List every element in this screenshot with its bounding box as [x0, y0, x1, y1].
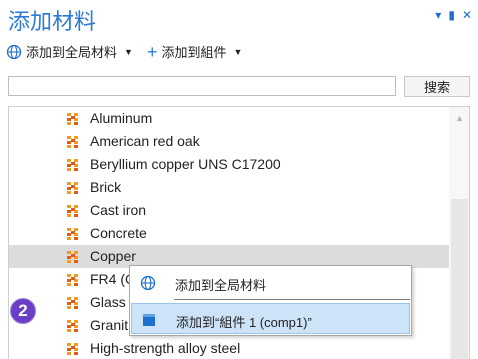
list-item-label: Brick	[90, 179, 122, 195]
list-item[interactable]: American red oak	[9, 130, 449, 153]
material-grid-icon	[67, 274, 78, 286]
component-icon	[143, 314, 155, 326]
globe-icon	[140, 275, 156, 291]
material-grid-icon	[67, 297, 78, 309]
material-grid-icon	[67, 182, 78, 194]
context-menu-item-add-global[interactable]: 添加到全局材料	[131, 267, 410, 298]
list-item[interactable]: High-strength alloy steel	[9, 337, 449, 359]
context-menu-item-add-component[interactable]: 添加到“組件 1 (comp1)”	[131, 303, 410, 334]
plus-icon: +	[146, 41, 158, 62]
list-item[interactable]: Aluminum	[9, 107, 449, 130]
list-item[interactable]: Beryllium copper UNS C17200	[9, 153, 449, 176]
search-input[interactable]	[8, 76, 396, 96]
scrollbar[interactable]: ▲	[449, 107, 469, 359]
context-menu-label: 添加到全局材料	[175, 278, 267, 293]
add-to-component-label: 添加到組件	[161, 45, 227, 60]
search-button[interactable]: 搜索	[404, 76, 470, 97]
context-menu-divider	[174, 299, 410, 300]
material-grid-icon	[67, 320, 78, 332]
context-menu: 添加到全局材料 添加到“組件 1 (comp1)”	[129, 265, 412, 336]
list-item-label: Concrete	[90, 225, 147, 241]
chevron-down-icon[interactable]: ▼	[124, 47, 133, 57]
list-item[interactable]: Concrete	[9, 222, 449, 245]
window-controls: ▾ ▮ ✕	[435, 8, 472, 22]
triangle-down-icon[interactable]: ▾	[435, 8, 441, 22]
scroll-thumb[interactable]	[451, 199, 468, 359]
globe-icon	[6, 44, 22, 59]
list-item[interactable]: Brick	[9, 176, 449, 199]
add-to-component-button[interactable]: + 添加到組件 ▼	[139, 42, 242, 61]
list-item-label: High-strength alloy steel	[90, 340, 241, 356]
material-grid-icon	[67, 159, 78, 171]
add-global-material-label: 添加到全局材料	[26, 45, 118, 60]
close-icon[interactable]: ✕	[462, 8, 472, 22]
context-menu-label: 添加到“組件 1 (comp1)”	[176, 315, 312, 330]
list-item[interactable]: Cast iron	[9, 199, 449, 222]
material-grid-icon	[67, 251, 78, 263]
list-item-label: Cast iron	[90, 202, 147, 218]
window-title: 添加材料	[8, 9, 97, 34]
search-row: 搜索	[8, 76, 470, 98]
material-grid-icon	[67, 343, 78, 355]
list-item-label: Glass	[90, 294, 126, 310]
chevron-down-icon[interactable]: ▼	[233, 47, 242, 57]
step-badge: 2	[10, 298, 36, 324]
list-item-label: Copper	[90, 248, 136, 264]
material-grid-icon	[67, 205, 78, 217]
list-item-label: Beryllium copper UNS C17200	[90, 156, 281, 172]
pin-icon[interactable]: ▮	[448, 8, 455, 22]
list-item-label: American red oak	[90, 133, 200, 149]
material-grid-icon	[67, 136, 78, 148]
material-grid-icon	[67, 228, 78, 240]
add-global-material-button[interactable]: 添加到全局材料 ▼	[6, 42, 133, 61]
material-grid-icon	[67, 113, 78, 125]
list-item-label: Aluminum	[90, 110, 153, 126]
list-item-label: Granit	[90, 317, 129, 333]
scroll-up-icon[interactable]: ▲	[455, 113, 464, 123]
toolbar: 添加到全局材料 ▼ + 添加到組件 ▼	[6, 42, 242, 61]
